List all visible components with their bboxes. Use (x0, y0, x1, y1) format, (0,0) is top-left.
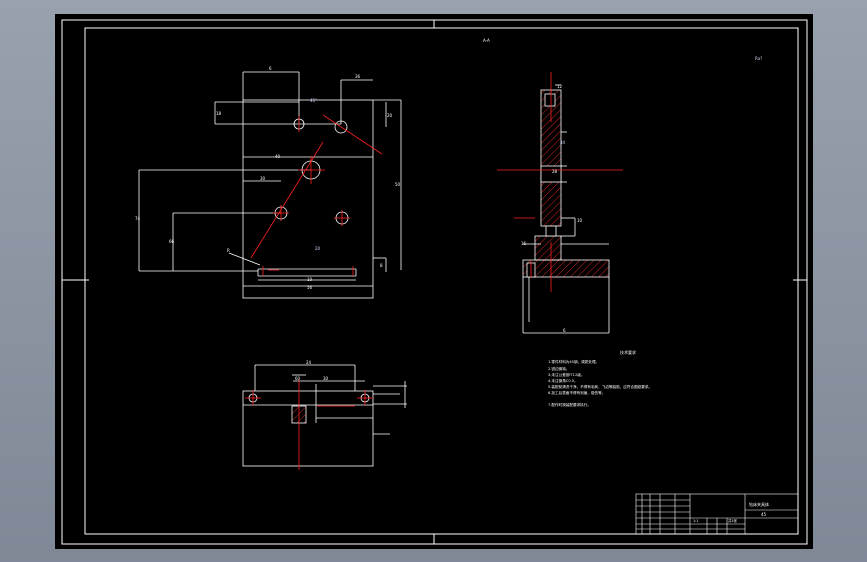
svg-text:56: 56 (307, 285, 313, 290)
svg-text:20: 20 (315, 246, 321, 251)
svg-text:16: 16 (521, 241, 527, 246)
svg-text:24: 24 (306, 360, 312, 365)
svg-text:2.锐边倒钝。: 2.锐边倒钝。 (548, 366, 569, 371)
svg-text:20: 20 (387, 113, 393, 118)
title-block-part-name: 钻床夹具体 (749, 501, 769, 507)
svg-text:45°: 45° (310, 98, 317, 103)
svg-text:40: 40 (275, 154, 281, 159)
title-block (635, 493, 799, 535)
outer-border (61, 19, 808, 545)
svg-text:6: 6 (269, 66, 272, 71)
svg-text:36: 36 (355, 74, 361, 79)
svg-text:6.加工后表面不得有划痕、碰伤等。: 6.加工后表面不得有划痕、碰伤等。 (548, 390, 605, 395)
bottom-view-dimensions: 24 30 60 (295, 360, 329, 381)
technical-requirements: 技术要求 1.零件材料为45钢，调质处理。 2.锐边倒钝。 3.未注公差按IT1… (548, 349, 652, 407)
roughness-note: Ra? (755, 56, 762, 61)
svg-text:30: 30 (323, 376, 329, 381)
svg-text:8: 8 (380, 263, 383, 268)
top-view-label: A-A (483, 38, 490, 43)
svg-text:R: R (227, 248, 230, 253)
svg-text:28: 28 (552, 169, 558, 174)
drawing-sheet[interactable]: A-A Ra? 6 36 18 20 40 30 74 66 50 45° R … (55, 14, 813, 549)
cad-viewport[interactable]: A-A Ra? 6 36 18 20 40 30 74 66 50 45° R … (0, 0, 867, 562)
tech-req-title: 技术要求 (620, 349, 636, 355)
bottom-view-centerlines (245, 380, 373, 470)
svg-text:4.未注倒角C0.5。: 4.未注倒角C0.5。 (548, 378, 578, 383)
inner-border (84, 27, 799, 535)
svg-text:66: 66 (169, 239, 175, 244)
svg-text:10: 10 (307, 277, 313, 282)
svg-text:18: 18 (216, 111, 222, 116)
svg-text:50: 50 (395, 182, 401, 187)
side-section-view: 12 34 28 10 16 6 (497, 72, 623, 334)
svg-text:5.装配前清洗干净，不得有毛刺、飞边等缺陷，应符合图纸要求。: 5.装配前清洗干净，不得有毛刺、飞边等缺陷，应符合图纸要求。 (548, 384, 652, 389)
svg-text:34: 34 (560, 140, 566, 145)
svg-text:30: 30 (260, 176, 266, 181)
svg-text:74: 74 (135, 216, 141, 221)
svg-text:3.未注公差按IT12级。: 3.未注公差按IT12级。 (548, 372, 584, 377)
title-block-material: 45 (761, 512, 767, 517)
svg-text:10: 10 (577, 218, 583, 223)
front-view (138, 71, 402, 299)
svg-text:1.零件材料为45钢，调质处理。: 1.零件材料为45钢，调质处理。 (548, 359, 599, 364)
svg-text:60: 60 (295, 376, 301, 381)
svg-text:12: 12 (557, 84, 563, 89)
title-block-sheet: 共1张 (728, 518, 738, 523)
front-view-centerlines (250, 114, 383, 276)
svg-text:6: 6 (563, 328, 566, 333)
drawing-canvas: A-A Ra? 6 36 18 20 40 30 74 66 50 45° R … (61, 19, 808, 545)
title-block-scale: 1:1 (693, 519, 698, 523)
svg-text:7.配作时按装配要求执行。: 7.配作时按装配要求执行。 (548, 402, 591, 407)
